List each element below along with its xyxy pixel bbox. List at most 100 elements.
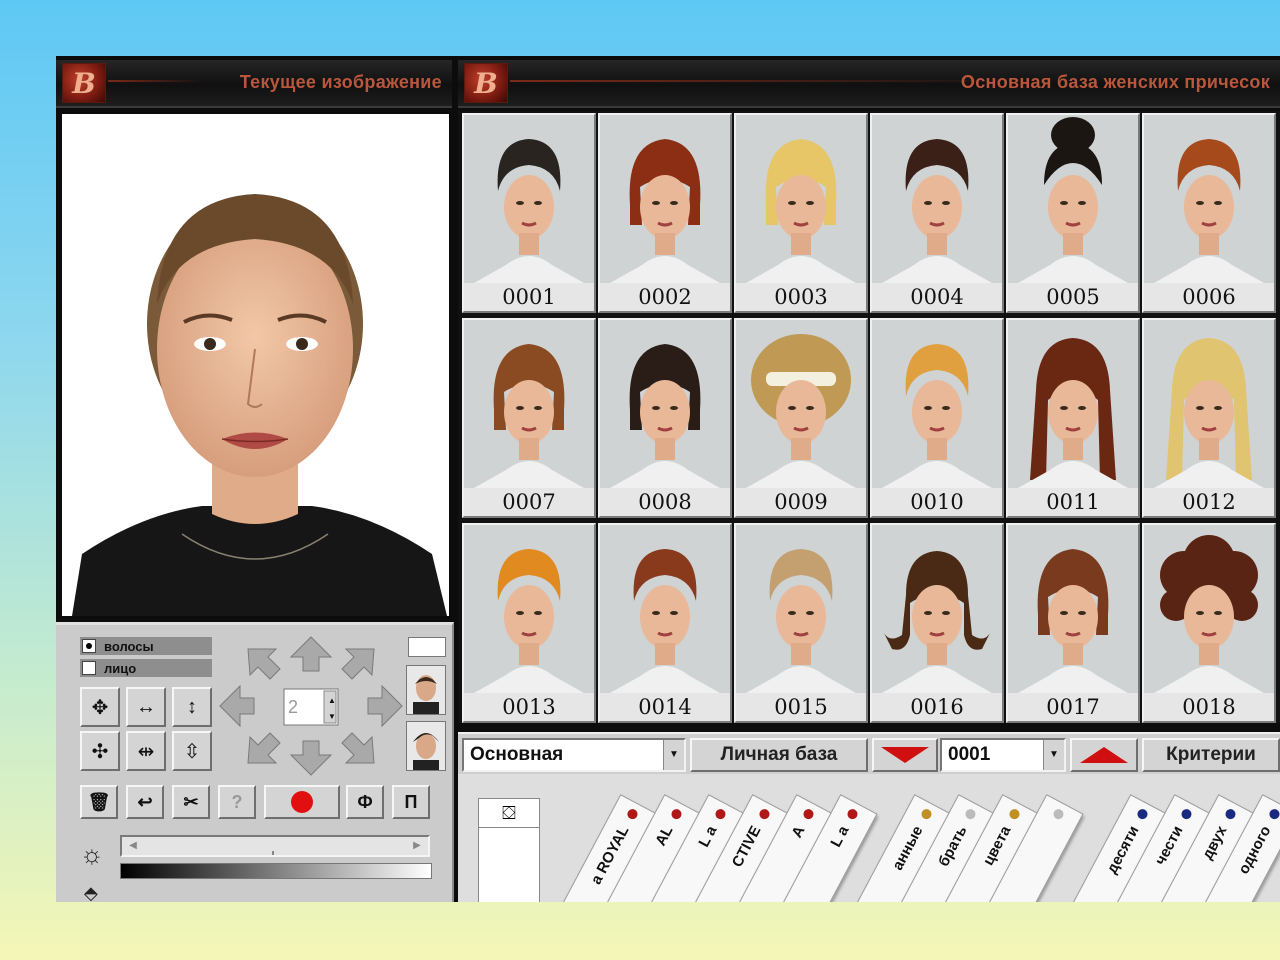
current-photo[interactable] (62, 114, 449, 616)
radio-hair-label: волосы (104, 638, 154, 654)
radio-hair-box[interactable] (82, 639, 96, 653)
hairstyle-card[interactable]: 0010 (870, 318, 1004, 518)
scissors-icon[interactable]: ✂ (172, 785, 210, 819)
hairstyle-card[interactable]: 0015 (734, 523, 868, 723)
hairstyle-number: 0014 (600, 693, 730, 721)
shrink-vertical-icon[interactable]: ⇳ (172, 731, 212, 771)
hairstyle-portrait (600, 115, 730, 283)
shrink-all-icon[interactable]: ✣ (80, 731, 120, 771)
hairstyle-number: 0011 (1008, 488, 1138, 516)
direction-pad[interactable]: ▲ ▼ (216, 631, 406, 781)
hairstyle-card[interactable]: 0003 (734, 113, 868, 313)
hairstyle-number: 0012 (1144, 488, 1274, 516)
hairstyle-card[interactable]: 0002 (598, 113, 732, 313)
hairstyle-card[interactable]: 0018 (1142, 523, 1276, 723)
number-select-value: 0001 (948, 744, 991, 765)
chevron-down-icon[interactable]: ▼ (663, 740, 684, 770)
hairstyle-card[interactable]: 0012 (1142, 318, 1276, 518)
hairstyle-number: 0003 (736, 283, 866, 311)
hairstyle-portrait (1144, 525, 1274, 693)
paint-bucket-icon[interactable]: ⛋ (479, 799, 539, 828)
radio-face-box[interactable] (82, 661, 96, 675)
hairstyle-number: 0007 (464, 488, 594, 516)
app-window: B Текущее изображение B Основная база же… (56, 56, 1280, 902)
hairstyle-portrait (872, 525, 1002, 693)
hairstyle-card[interactable]: 0001 (462, 113, 596, 313)
trash-icon[interactable]: 🗑 (80, 785, 118, 819)
hairstyle-card[interactable]: 0008 (598, 318, 732, 518)
current-portrait (62, 114, 449, 616)
tab-pin-icon (919, 807, 934, 821)
slider-thumb[interactable] (272, 851, 274, 855)
hairstyle-number: 0001 (464, 283, 594, 311)
arrow-down-icon (289, 740, 333, 776)
hairstyle-card[interactable]: 0014 (598, 523, 732, 723)
help-button[interactable]: ? (218, 785, 256, 819)
move-all-icon[interactable]: ✥ (80, 687, 120, 727)
tab-pin-icon (757, 807, 772, 821)
hairstyle-card[interactable]: 0009 (734, 318, 868, 518)
paint-bucket-panel[interactable]: ⛋ (478, 798, 540, 902)
criteria-button[interactable]: Критерии (1142, 738, 1280, 772)
shrink-horizontal-icon[interactable]: ⇹ (126, 731, 166, 771)
hairstyle-card[interactable]: 0006 (1142, 113, 1276, 313)
step-spinner-value[interactable]: 2 (288, 697, 298, 718)
number-select[interactable]: 0001 ▼ (940, 738, 1066, 772)
criteria-tab-label: L a (827, 823, 853, 851)
arrow-up-icon (289, 636, 333, 672)
hairstyle-number: 0018 (1144, 693, 1274, 721)
personal-base-button[interactable]: Личная база (690, 738, 868, 772)
f-button[interactable]: Ф (346, 785, 384, 819)
hairstyle-number: 0015 (736, 693, 866, 721)
app-logo: B (464, 63, 508, 103)
hairstyle-portrait (464, 525, 594, 693)
slider-right-arrow-icon[interactable]: ▶ (408, 839, 426, 853)
hair-thumb-2[interactable] (406, 721, 446, 771)
hairstyle-number: 0002 (600, 283, 730, 311)
hair-thumb-1[interactable] (406, 665, 446, 715)
hairstyle-card[interactable]: 0005 (1006, 113, 1140, 313)
hairstyle-portrait (1144, 115, 1274, 283)
tab-pin-icon (713, 807, 728, 821)
arrow-down-right-icon (341, 732, 375, 764)
hairstyle-portrait (1008, 525, 1138, 693)
criteria-tabs-area: ⛋ a ROYAL AL L a CTIVE A L a анные брать… (458, 774, 1280, 902)
arrow-down-left-icon (247, 732, 281, 764)
slider-left-arrow-icon[interactable]: ◀ (124, 839, 142, 853)
hairstyle-number: 0009 (736, 488, 866, 516)
radio-face[interactable]: лицо (80, 659, 212, 677)
color-swatch[interactable] (408, 637, 446, 657)
criteria-tab-label: L a (695, 823, 721, 851)
hairstyle-card[interactable]: 0016 (870, 523, 1004, 723)
tab-pin-icon (1051, 807, 1066, 821)
titlebar-divider (108, 80, 202, 82)
hairstyle-portrait (736, 320, 866, 488)
criteria-tab-label: AL (652, 823, 677, 849)
undo-icon[interactable]: ↩ (126, 785, 164, 819)
svg-text:▼: ▼ (328, 712, 336, 721)
hairstyle-card[interactable]: 0011 (1006, 318, 1140, 518)
hairstyle-portrait (736, 115, 866, 283)
brightness-slider[interactable]: ◀ ▶ (120, 835, 430, 857)
hairstyle-card[interactable]: 0004 (870, 113, 1004, 313)
arrow-up-left-icon (247, 648, 281, 680)
record-button[interactable] (264, 785, 340, 819)
tab-pin-icon (1179, 807, 1194, 821)
contrast-gradient-bar[interactable] (120, 863, 432, 879)
chevron-down-icon[interactable]: ▼ (1043, 740, 1064, 770)
base-select[interactable]: Основная ▼ (462, 738, 686, 772)
hairstyle-portrait (872, 115, 1002, 283)
stretch-horizontal-icon[interactable]: ↔ (126, 687, 166, 727)
p-button[interactable]: П (392, 785, 430, 819)
contrast-icon: ⬘ (84, 883, 98, 902)
prev-up-button[interactable] (1070, 738, 1138, 772)
next-down-button[interactable] (872, 738, 938, 772)
hairstyle-card[interactable]: 0017 (1006, 523, 1140, 723)
stretch-vertical-icon[interactable]: ↕ (172, 687, 212, 727)
database-titlebar: B Основная база женских причесок (458, 60, 1280, 108)
radio-hair[interactable]: волосы (80, 637, 212, 655)
hairstyle-card[interactable]: 0007 (462, 318, 596, 518)
hairstyle-number: 0010 (872, 488, 1002, 516)
hairstyle-card[interactable]: 0013 (462, 523, 596, 723)
hairstyle-number: 0017 (1008, 693, 1138, 721)
